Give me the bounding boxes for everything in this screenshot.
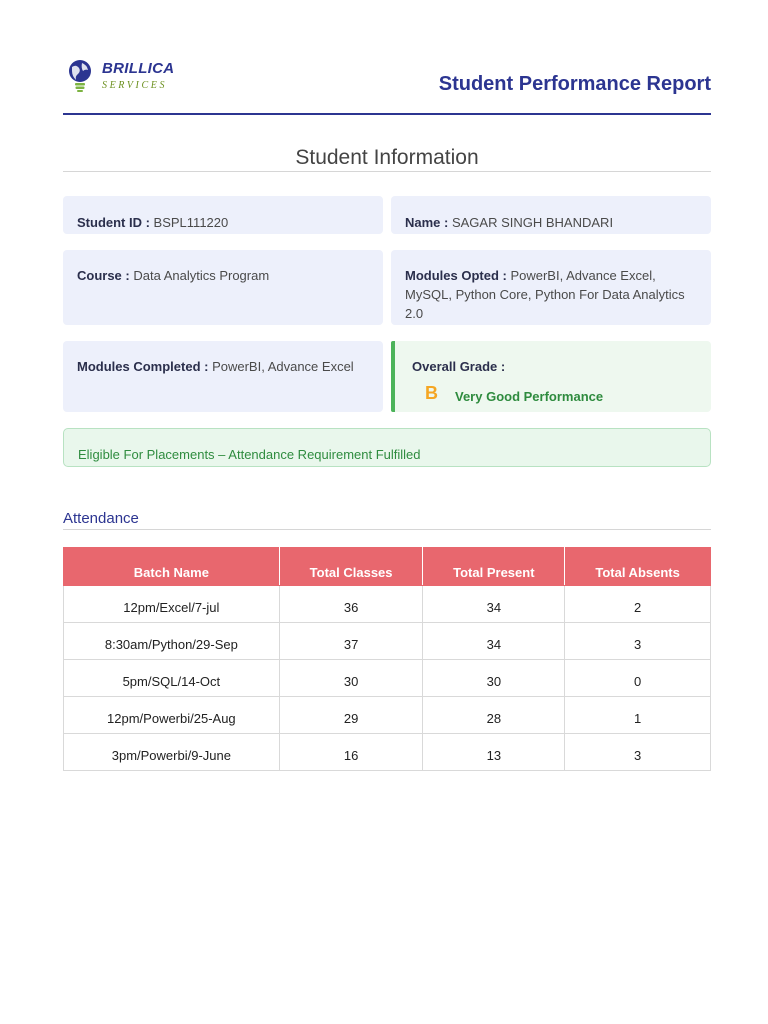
section-title: Student Information xyxy=(295,146,479,169)
table-row: 3pm/Powerbi/9-June 16 13 3 xyxy=(63,733,711,771)
table-row: 12pm/Powerbi/25-Aug 29 28 1 xyxy=(63,696,711,734)
total-present-cell: 34 xyxy=(422,585,566,623)
total-absents-cell: 3 xyxy=(564,622,711,660)
batch-name-cell: 12pm/Powerbi/25-Aug xyxy=(63,696,280,734)
grade-description: Very Good Performance xyxy=(455,389,604,404)
total-classes-cell: 30 xyxy=(278,659,424,697)
table-row: 8:30am/Python/29-Sep 37 34 3 xyxy=(63,622,711,660)
column-header-total-absents: Total Absents xyxy=(564,547,711,586)
batch-name-cell: 8:30am/Python/29-Sep xyxy=(63,622,280,660)
grade-letter: B xyxy=(425,383,438,403)
total-absents-cell: 1 xyxy=(564,696,711,734)
student-id-value: BSPL111220 xyxy=(153,215,229,230)
modules-opted-label: Modules Opted : xyxy=(405,268,511,283)
attendance-divider xyxy=(63,529,711,530)
logo-brand-text: BRILLICA xyxy=(102,60,175,77)
batch-name-cell: 3pm/Powerbi/9-June xyxy=(63,733,280,771)
student-name-card: Name : SAGAR SINGH BHANDARI xyxy=(391,196,711,234)
placement-eligibility-banner: Eligible For Placements – Attendance Req… xyxy=(63,428,711,467)
total-absents-cell: 3 xyxy=(564,733,711,771)
modules-completed-card: Modules Completed : PowerBI, Advance Exc… xyxy=(63,341,383,412)
total-present-cell: 30 xyxy=(422,659,566,697)
total-classes-cell: 36 xyxy=(278,585,424,623)
student-name-value: SAGAR SINGH BHANDARI xyxy=(451,215,614,230)
course-value: Data Analytics Program xyxy=(133,268,270,283)
total-present-cell: 13 xyxy=(422,733,566,771)
overall-grade-card: Overall Grade : B Very Good Performance xyxy=(391,341,711,412)
report-header: BRILLICA SERVICES Student Performance Re… xyxy=(63,56,711,116)
modules-completed-label: Modules Completed : xyxy=(77,359,213,374)
logo-sub-text: SERVICES xyxy=(102,80,168,91)
column-header-total-present: Total Present xyxy=(422,547,566,586)
total-classes-cell: 16 xyxy=(278,733,424,771)
section-divider xyxy=(63,171,711,172)
table-row: 12pm/Excel/7-jul 36 34 2 xyxy=(63,585,711,623)
modules-opted-card: Modules Opted : PowerBI, Advance Excel, … xyxy=(391,250,711,325)
total-absents-cell: 2 xyxy=(564,585,711,623)
total-classes-cell: 29 xyxy=(278,696,424,734)
student-id-label: Student ID : xyxy=(77,215,154,230)
total-present-cell: 34 xyxy=(422,622,566,660)
attendance-title: Attendance xyxy=(63,510,139,527)
brillica-logo: BRILLICA SERVICES xyxy=(67,56,187,98)
report-title: Student Performance Report xyxy=(438,73,711,95)
batch-name-cell: 12pm/Excel/7-jul xyxy=(63,585,280,623)
student-id-card: Student ID : BSPL111220 xyxy=(63,196,383,234)
grade-row: B Very Good Performance xyxy=(412,383,697,406)
course-label: Course : xyxy=(77,268,134,283)
column-header-total-classes: Total Classes xyxy=(278,547,424,586)
attendance-table: Batch Name Total Classes Total Present T… xyxy=(63,547,711,771)
batch-name-cell: 5pm/SQL/14-Oct xyxy=(63,659,280,697)
table-header-row: Batch Name Total Classes Total Present T… xyxy=(63,547,711,586)
overall-grade-label: Overall Grade : xyxy=(412,359,506,374)
total-classes-cell: 37 xyxy=(278,622,424,660)
student-name-label: Name : xyxy=(405,215,452,230)
modules-completed-value: PowerBI, Advance Excel xyxy=(212,359,354,374)
globe-bulb-icon xyxy=(69,60,91,92)
total-absents-cell: 0 xyxy=(564,659,711,697)
table-row: 5pm/SQL/14-Oct 30 30 0 xyxy=(63,659,711,697)
header-divider xyxy=(63,113,711,115)
column-header-batch-name: Batch Name xyxy=(63,547,280,586)
total-present-cell: 28 xyxy=(422,696,566,734)
course-card: Course : Data Analytics Program xyxy=(63,250,383,325)
